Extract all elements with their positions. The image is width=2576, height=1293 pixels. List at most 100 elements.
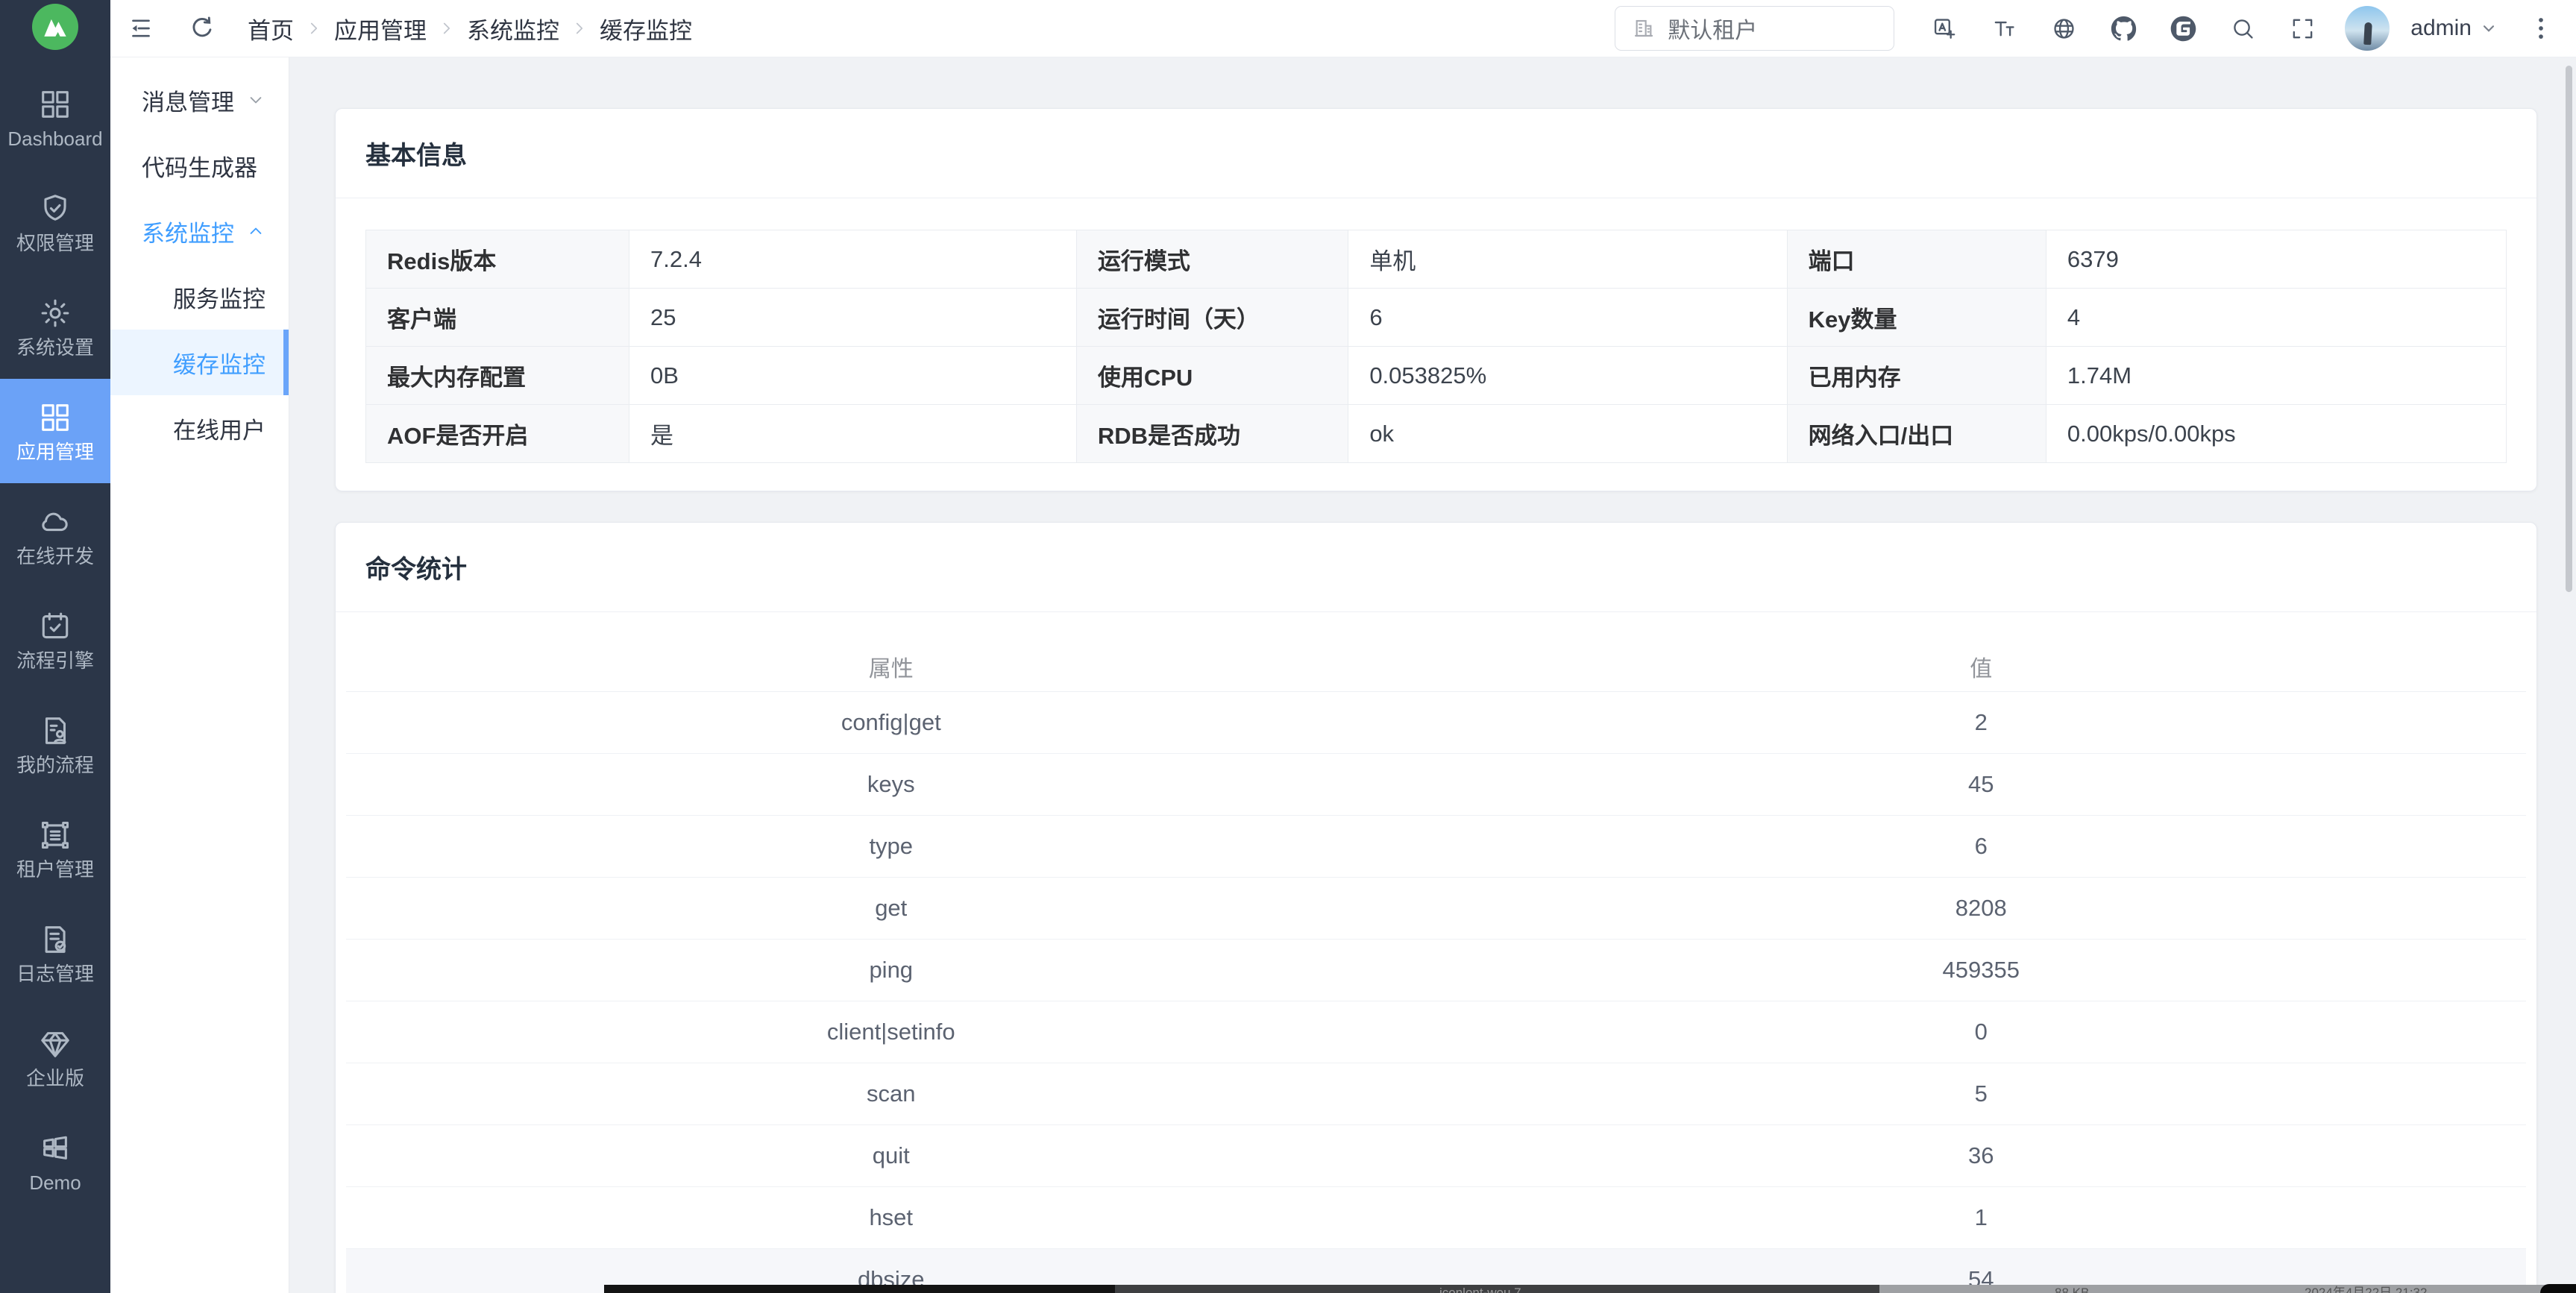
table-row: 最大内存配置0B使用CPU0.053825%已用内存1.74M [366, 347, 2507, 405]
user-dropdown[interactable]: admin [2410, 16, 2498, 41]
info-label: RDB是否成功 [1076, 405, 1348, 463]
top-header: 首页 应用管理 系统监控 缓存监控 默认租户 admin [110, 0, 2576, 57]
table-row[interactable]: client|setinfo0 [346, 1001, 2526, 1063]
github-button[interactable] [2106, 11, 2140, 45]
mountain-logo-icon [39, 10, 72, 43]
menu-item-label: 在线用户 [173, 412, 266, 445]
sidebar-item-dashboard[interactable]: Dashboard [0, 66, 110, 170]
tenant-select[interactable]: 默认租户 [1615, 6, 1894, 51]
command-name-cell: hset [346, 1187, 1436, 1249]
menu-item-消息管理[interactable]: 消息管理 [110, 67, 289, 133]
primary-sidebar: Dashboard 权限管理系统设置应用管理在线开发流程引擎我的流程租户管理日志管… [0, 0, 110, 1293]
table-row[interactable]: get8208 [346, 878, 2526, 940]
secondary-sidebar: 消息管理代码生成器系统监控服务监控缓存监控在线用户 [110, 57, 289, 1293]
cloud-icon [38, 505, 72, 539]
sidebar-item-label: 在线开发 [16, 547, 94, 566]
table-row[interactable]: ping459355 [346, 940, 2526, 1001]
info-label: 运行模式 [1076, 230, 1348, 289]
kebab-menu-icon [2527, 14, 2555, 43]
sidebar-item-租户管理[interactable]: 租户管理 [0, 796, 110, 901]
menu-item-缓存监控[interactable]: 缓存监控 [110, 330, 289, 395]
primary-nav: Dashboard 权限管理系统设置应用管理在线开发流程引擎我的流程租户管理日志管… [0, 66, 110, 1214]
table-row[interactable]: type6 [346, 816, 2526, 878]
command-value-cell: 2 [1436, 692, 2527, 754]
sidebar-item-demo[interactable]: Demo [0, 1110, 110, 1214]
font-size-icon [1991, 16, 2017, 42]
info-value: 0.00kps/0.00kps [2046, 405, 2506, 463]
language-button[interactable] [1927, 11, 1961, 45]
command-stats-body: 属性 值 config|get2keys45type6get8208ping45… [336, 612, 2536, 1293]
font-size-button[interactable] [1987, 11, 2021, 45]
menu-item-在线用户[interactable]: 在线用户 [110, 395, 289, 461]
table-row[interactable]: config|get2 [346, 692, 2526, 754]
menu-item-label: 缓存监控 [173, 346, 266, 380]
command-value-cell: 8208 [1436, 878, 2527, 940]
sidebar-item-应用管理[interactable]: 应用管理 [0, 379, 110, 483]
menu-item-代码生成器[interactable]: 代码生成器 [110, 133, 289, 198]
app-window: Dashboard权限管理系统设置应用管理在线开发流程引擎我的流程租户管理日志管… [0, 0, 2576, 1293]
info-value: 0.053825% [1348, 347, 1787, 405]
basic-info-title: 基本信息 [336, 109, 2536, 198]
table-row[interactable]: keys45 [346, 754, 2526, 816]
app-grid-icon [38, 400, 72, 435]
language-icon [1932, 16, 1958, 42]
vertical-scrollbar-thumb[interactable] [2566, 66, 2572, 592]
globe-icon [2051, 16, 2077, 42]
refresh-button[interactable] [185, 11, 219, 45]
table-row[interactable]: dbsize54 [346, 1249, 2526, 1293]
info-value: ok [1348, 405, 1787, 463]
search-button[interactable] [2225, 11, 2260, 45]
command-stats-card: 命令统计 属性 值 config|get2keys45type6get8208p… [335, 522, 2537, 1293]
info-label: 运行时间（天） [1076, 289, 1348, 347]
shield-check-icon [38, 192, 72, 226]
chevron-right-icon [304, 19, 324, 38]
sidebar-collapse-button[interactable] [124, 11, 158, 45]
info-label: 使用CPU [1076, 347, 1348, 405]
table-row[interactable]: quit36 [346, 1125, 2526, 1187]
command-name-cell: client|setinfo [346, 1001, 1436, 1063]
office-building-icon [1632, 16, 1656, 40]
info-value: 4 [2046, 289, 2506, 347]
sidebar-item-label: 应用管理 [16, 442, 94, 462]
fullscreen-button[interactable] [2285, 11, 2319, 45]
sidebar-item-企业版[interactable]: 企业版 [0, 1005, 110, 1110]
table-row[interactable]: hset1 [346, 1187, 2526, 1249]
command-stats-title: 命令统计 [336, 523, 2536, 612]
command-name-cell: config|get [346, 692, 1436, 754]
menu-item-label: 服务监控 [173, 280, 266, 314]
diamond-icon [38, 1027, 72, 1061]
avatar[interactable] [2345, 6, 2390, 51]
sidebar-item-权限管理[interactable]: 权限管理 [0, 170, 110, 274]
breadcrumb-link[interactable]: 系统监控 [467, 12, 559, 45]
table-row[interactable]: scan5 [346, 1063, 2526, 1125]
info-value: 7.2.4 [629, 230, 1077, 289]
sidebar-item-流程引擎[interactable]: 流程引擎 [0, 588, 110, 692]
sidebar-item-我的流程[interactable]: 我的流程 [0, 692, 110, 796]
username: admin [2410, 16, 2472, 41]
command-value-cell: 459355 [1436, 940, 2527, 1001]
breadcrumb-current[interactable]: 缓存监控 [600, 12, 692, 45]
breadcrumb-link[interactable]: 首页 [248, 12, 294, 45]
info-label: Redis版本 [366, 230, 629, 289]
globe-button[interactable] [2046, 11, 2081, 45]
menu-item-服务监控[interactable]: 服务监控 [110, 264, 289, 330]
sidebar-item-在线开发[interactable]: 在线开发 [0, 483, 110, 588]
breadcrumb-link[interactable]: 应用管理 [334, 12, 427, 45]
gitee-button[interactable] [2166, 11, 2200, 45]
info-label: AOF是否开启 [366, 405, 629, 463]
command-name-cell: scan [346, 1063, 1436, 1125]
file-user-icon [38, 714, 72, 748]
info-value: 是 [629, 405, 1077, 463]
more-menu-button[interactable] [2524, 11, 2558, 45]
sidebar-item-系统设置[interactable]: 系统设置 [0, 274, 110, 379]
table-row: Redis版本7.2.4运行模式单机端口6379 [366, 230, 2507, 289]
command-stats-table: 属性 值 config|get2keys45type6get8208ping45… [346, 642, 2526, 1293]
chevron-right-icon [570, 19, 589, 38]
command-name-cell: dbsize [346, 1249, 1436, 1293]
app-logo[interactable] [32, 4, 78, 50]
menu-item-系统监控[interactable]: 系统监控 [110, 198, 289, 264]
column-header-attribute: 属性 [346, 642, 1436, 692]
sidebar-item-label: 权限管理 [16, 233, 94, 253]
command-value-cell: 0 [1436, 1001, 2527, 1063]
sidebar-item-日志管理[interactable]: 日志管理 [0, 901, 110, 1005]
